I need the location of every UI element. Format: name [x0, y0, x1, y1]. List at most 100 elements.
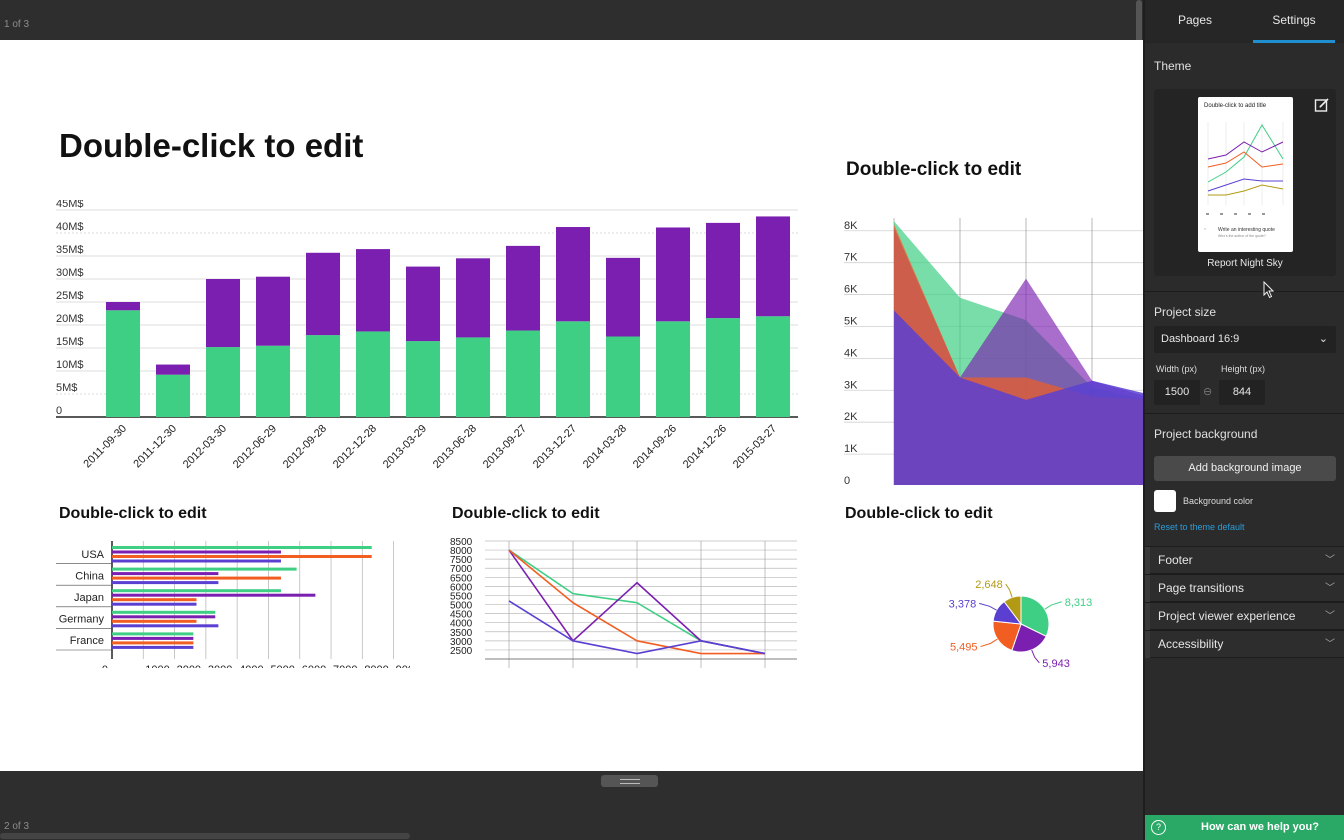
hbar: [112, 589, 281, 593]
bar-segment: [756, 316, 790, 417]
resize-handle[interactable]: [601, 775, 658, 787]
bar-segment: [656, 227, 690, 322]
area-chart[interactable]: 01K2K3K4K5K6K7K8KUSAChinaJapanGermanyFra…: [840, 210, 1143, 485]
leader-line: [1005, 583, 1013, 598]
link-icon[interactable]: ⊖: [1203, 385, 1212, 398]
bar-segment: [106, 310, 140, 417]
main-title[interactable]: Double-click to edit: [59, 127, 363, 165]
hbar: [112, 619, 197, 623]
y-tick-label: 0: [56, 405, 62, 417]
x-tick-label: 2012-12-28: [331, 423, 379, 471]
y-tick-label: 4K: [844, 347, 858, 359]
bar-segment: [406, 266, 440, 342]
height-label: Height (px): [1221, 364, 1266, 374]
x-tick-label: 2013-09-27: [481, 423, 529, 471]
x-tick-label: 5000: [270, 664, 294, 668]
divider: [1145, 413, 1344, 414]
accordion-viewer-experience[interactable]: Project viewer experience ﹀: [1145, 602, 1344, 630]
y-tick-label: 35M$: [56, 244, 84, 256]
stacked-bar-chart[interactable]: 0 5M$ 10M$ 15M$ 20M$ 25M$ 30M$ 35M$ 40M$ 45M$ 2011…: [40, 200, 800, 490]
help-button[interactable]: ? How can we help you?: [1145, 815, 1344, 840]
question-icon: ?: [1151, 820, 1166, 835]
thumb-quote: Write an interesting quote: [1218, 227, 1275, 233]
slice-value-label: 3,378: [949, 598, 977, 610]
bar-segment: [506, 245, 540, 331]
y-tick-label: 8500: [450, 537, 473, 548]
bar-segment: [356, 249, 390, 332]
tab-pages[interactable]: Pages: [1145, 0, 1245, 43]
project-size-value: Dashboard 16:9: [1161, 333, 1240, 345]
page-indicator-2: 2 of 3: [4, 821, 30, 832]
hbar: [112, 559, 281, 563]
hbar-chart-title[interactable]: Double-click to edit: [59, 505, 207, 523]
y-tick-label: 6K: [844, 284, 858, 296]
width-label: Width (px): [1156, 364, 1198, 374]
leader-line: [980, 638, 998, 648]
bar-segment: [156, 364, 190, 375]
horizontal-bar-chart[interactable]: 0 1000 2000 3000 4000 5000 6000 7000 8000 9000 USA…: [50, 533, 410, 668]
project-size-select[interactable]: Dashboard 16:9 ⌄: [1154, 326, 1336, 353]
add-background-image-button[interactable]: Add background image: [1154, 456, 1336, 481]
slice-value-label: 2,648: [975, 579, 1003, 591]
bar-segment: [706, 318, 740, 417]
hbar: [112, 546, 372, 549]
x-tick-label: 4000: [239, 664, 263, 668]
y-tick-label: 20M$: [56, 313, 84, 325]
hbar: [112, 615, 216, 619]
hbar: [112, 572, 219, 576]
y-tick-label: 0: [844, 475, 850, 485]
bar-segment: [306, 335, 340, 417]
background-color-swatch[interactable]: [1154, 490, 1176, 512]
bar-segment: [606, 336, 640, 417]
chevron-down-icon: ﹀: [1325, 611, 1335, 622]
settings-panel: Pages Settings Theme Double-click to add…: [1143, 0, 1344, 840]
accordion-accessibility[interactable]: Accessibility ﹀: [1145, 630, 1344, 658]
x-tick-label: 7000: [333, 664, 357, 668]
line-chart-title[interactable]: Double-click to edit: [452, 505, 600, 523]
theme-name: Report Night Sky: [1207, 258, 1283, 269]
x-tick-label: 2012-03-30: [181, 423, 229, 471]
slice-value-label: 8,313: [1065, 597, 1093, 609]
x-tick-label: 2014-03-28: [581, 423, 629, 471]
page-canvas[interactable]: Double-click to edit 0 5M$ 10M$ 15M$ 20M$ 25M…: [0, 40, 1143, 771]
y-tick-label: Germany: [59, 614, 105, 626]
theme-card[interactable]: Double-click to add title “ Write an int…: [1154, 89, 1336, 276]
y-tick-label: 15M$: [56, 336, 84, 348]
x-tick-label: 2013-03-29: [381, 423, 429, 471]
pie-chart[interactable]: 8,3135,9435,4953,3782,648USAChinaJapanGe…: [845, 533, 1143, 673]
editor-stage: 1 of 3 Double-click to edit 0 5M$ 10M$ 15M$…: [0, 0, 1143, 840]
hbar: [112, 641, 194, 645]
hbar: [112, 593, 316, 597]
hbar: [112, 645, 194, 649]
y-tick-label: 3K: [844, 379, 858, 391]
height-input[interactable]: 844: [1219, 380, 1265, 405]
theme-thumbnail[interactable]: Double-click to add title “ Write an int…: [1198, 97, 1293, 252]
accordion-footer[interactable]: Footer ﹀: [1145, 546, 1344, 574]
reset-theme-link[interactable]: Reset to theme default: [1154, 522, 1245, 532]
project-background-label: Project background: [1154, 427, 1258, 441]
bar-segment: [406, 341, 440, 417]
width-input[interactable]: 1500: [1154, 380, 1200, 405]
x-tick-label: 2011-12-30: [131, 423, 179, 471]
page-indicator-1: 1 of 3: [4, 19, 30, 30]
line-chart[interactable]: 2500300035004000450050005500600065007000…: [445, 533, 805, 668]
tab-settings[interactable]: Settings: [1253, 0, 1335, 43]
hbar: [112, 632, 194, 636]
horizontal-scrollbar[interactable]: [0, 833, 410, 839]
y-tick-label: 45M$: [56, 200, 84, 210]
chevron-down-icon: ﹀: [1325, 639, 1335, 650]
thumb-quote-author: Who's the author of the quote?: [1218, 234, 1266, 238]
x-tick-label: 2012-06-29: [231, 423, 279, 471]
y-tick-label: USA: [81, 549, 104, 561]
divider: [1145, 291, 1344, 292]
pie-chart-title[interactable]: Double-click to edit: [845, 505, 993, 523]
x-tick-label: 1000: [145, 664, 169, 668]
y-tick-label: 8K: [844, 220, 858, 232]
area-chart-title[interactable]: Double-click to edit: [846, 159, 1021, 181]
edit-icon[interactable]: [1314, 97, 1330, 113]
y-tick-label: Japan: [74, 592, 104, 604]
project-size-label: Project size: [1154, 305, 1217, 319]
slice-value-label: 5,943: [1042, 658, 1070, 670]
accordion-page-transitions[interactable]: Page transitions ﹀: [1145, 574, 1344, 602]
bar-segment: [506, 330, 540, 417]
